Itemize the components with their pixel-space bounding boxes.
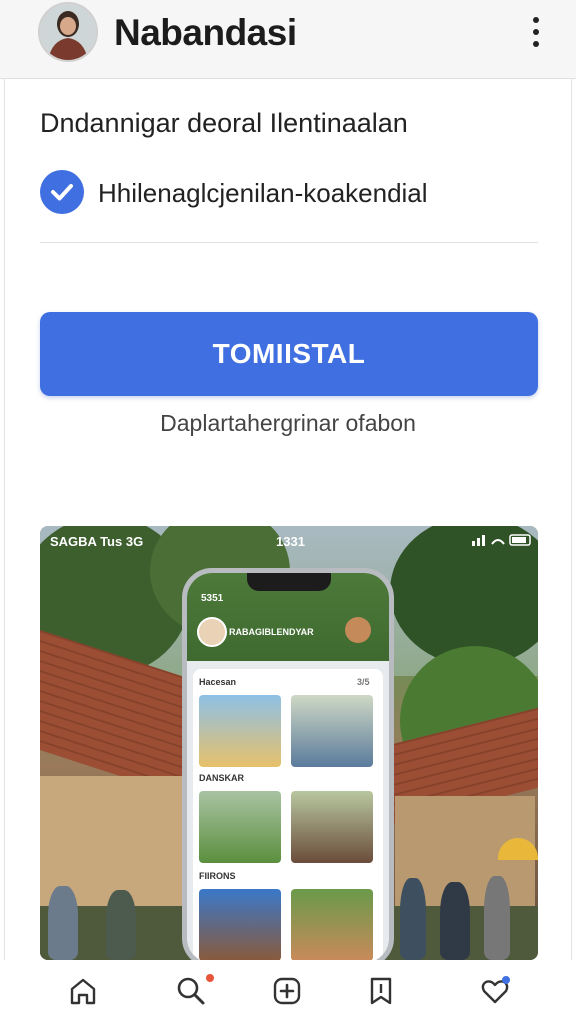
- nav-favorites[interactable]: [478, 974, 514, 1010]
- page-title: Nabandasi: [114, 12, 297, 53]
- check-icon: [51, 184, 73, 201]
- bookmark-icon: [370, 977, 392, 1005]
- phone-thumbnail: [291, 889, 373, 960]
- phone-badge-icon: [345, 617, 371, 643]
- nav-add[interactable]: [270, 974, 306, 1010]
- person-figure: [440, 882, 470, 960]
- app-header: Nabandasi: [0, 0, 576, 79]
- divider: [40, 242, 538, 243]
- phone-section-meta: 3/5: [357, 677, 370, 687]
- person-figure: [400, 878, 426, 960]
- menu-dot: [533, 41, 539, 47]
- phone-section-label: FIIRONS: [199, 871, 236, 881]
- helper-link[interactable]: Daplartahergrinar ofabon: [0, 410, 576, 437]
- app-preview-image: SAGBA Tus 3G 1331 5351 RABAGIBLENDYAR Ha…: [40, 526, 538, 960]
- person-figure: [106, 890, 136, 960]
- phone-avatar: [197, 617, 227, 647]
- checkbox[interactable]: [40, 170, 84, 214]
- checkbox-label: Hhilenaglcjenilan-koakendial: [98, 178, 428, 208]
- more-vertical-icon: [533, 17, 539, 23]
- phone-notch: [247, 573, 331, 591]
- nav-home[interactable]: [66, 974, 102, 1010]
- phone-thumbnail: [291, 791, 373, 863]
- bottom-navigation: [0, 960, 576, 1024]
- phone-mockup: 5351 RABAGIBLENDYAR Hacesan 3/5 DANSKAR …: [182, 568, 394, 960]
- overlay-status-left: SAGBA Tus 3G: [50, 534, 144, 549]
- phone-status-time: 5351: [201, 593, 224, 604]
- phone-thumbnail: [199, 695, 281, 767]
- more-options-button[interactable]: [524, 14, 548, 52]
- nav-search[interactable]: [174, 974, 214, 1010]
- primary-button[interactable]: TOMIISTAL: [40, 312, 538, 396]
- phone-section-label: Hacesan: [199, 677, 237, 687]
- person-figure: [484, 876, 510, 960]
- home-icon: [70, 978, 96, 1005]
- nav-bookmarks[interactable]: [364, 974, 400, 1010]
- search-icon: [177, 977, 205, 1005]
- phone-thumbnail: [291, 695, 373, 767]
- notification-dot: [502, 976, 510, 984]
- avatar[interactable]: [38, 2, 98, 62]
- profile-photo-icon: [40, 4, 96, 60]
- menu-dot: [533, 29, 539, 35]
- add-icon: [273, 977, 301, 1005]
- section-subtitle: Dndannigar deoral Ilentinaalan: [40, 108, 408, 138]
- phone-app-title: RABAGIBLENDYAR: [229, 627, 314, 637]
- person-figure: [48, 886, 78, 960]
- phone-thumbnail: [199, 791, 281, 863]
- phone-section-label: DANSKAR: [199, 773, 244, 783]
- phone-content: Hacesan 3/5 DANSKAR FIIRONS: [193, 669, 383, 960]
- phone-thumbnail: [199, 889, 281, 960]
- overlay-status-time: 1331: [276, 534, 305, 549]
- notification-dot: [206, 974, 214, 982]
- status-icons: [472, 534, 531, 546]
